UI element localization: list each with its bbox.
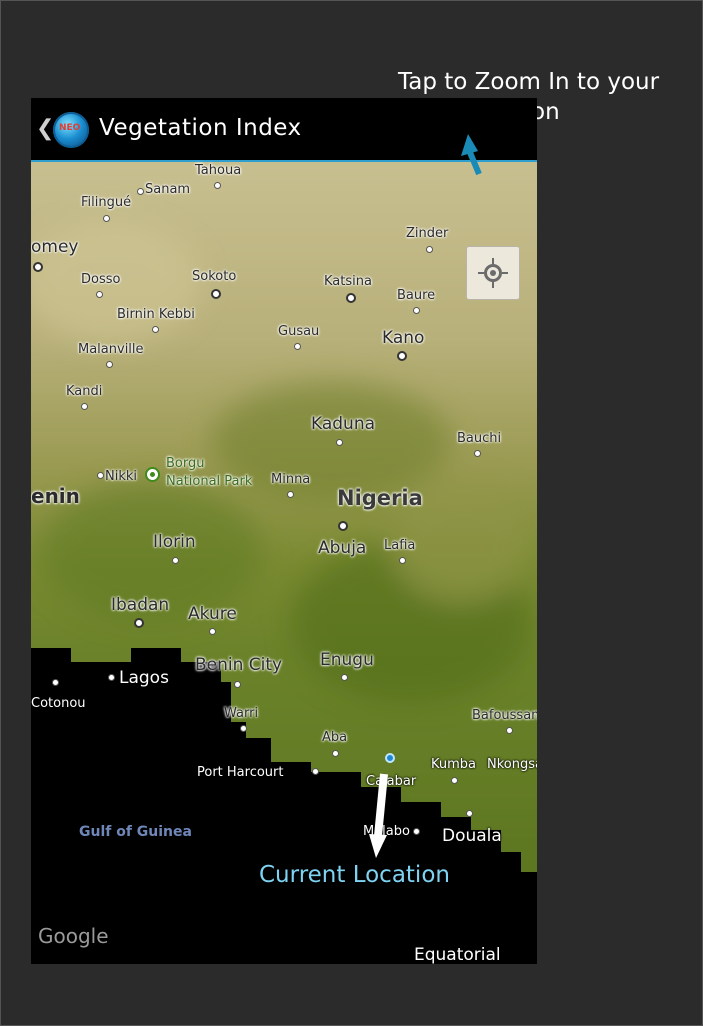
arrow-up-icon bbox=[461, 134, 482, 176]
arrow-down-icon bbox=[369, 773, 388, 858]
current-location-annotation: Current Location bbox=[259, 862, 450, 888]
